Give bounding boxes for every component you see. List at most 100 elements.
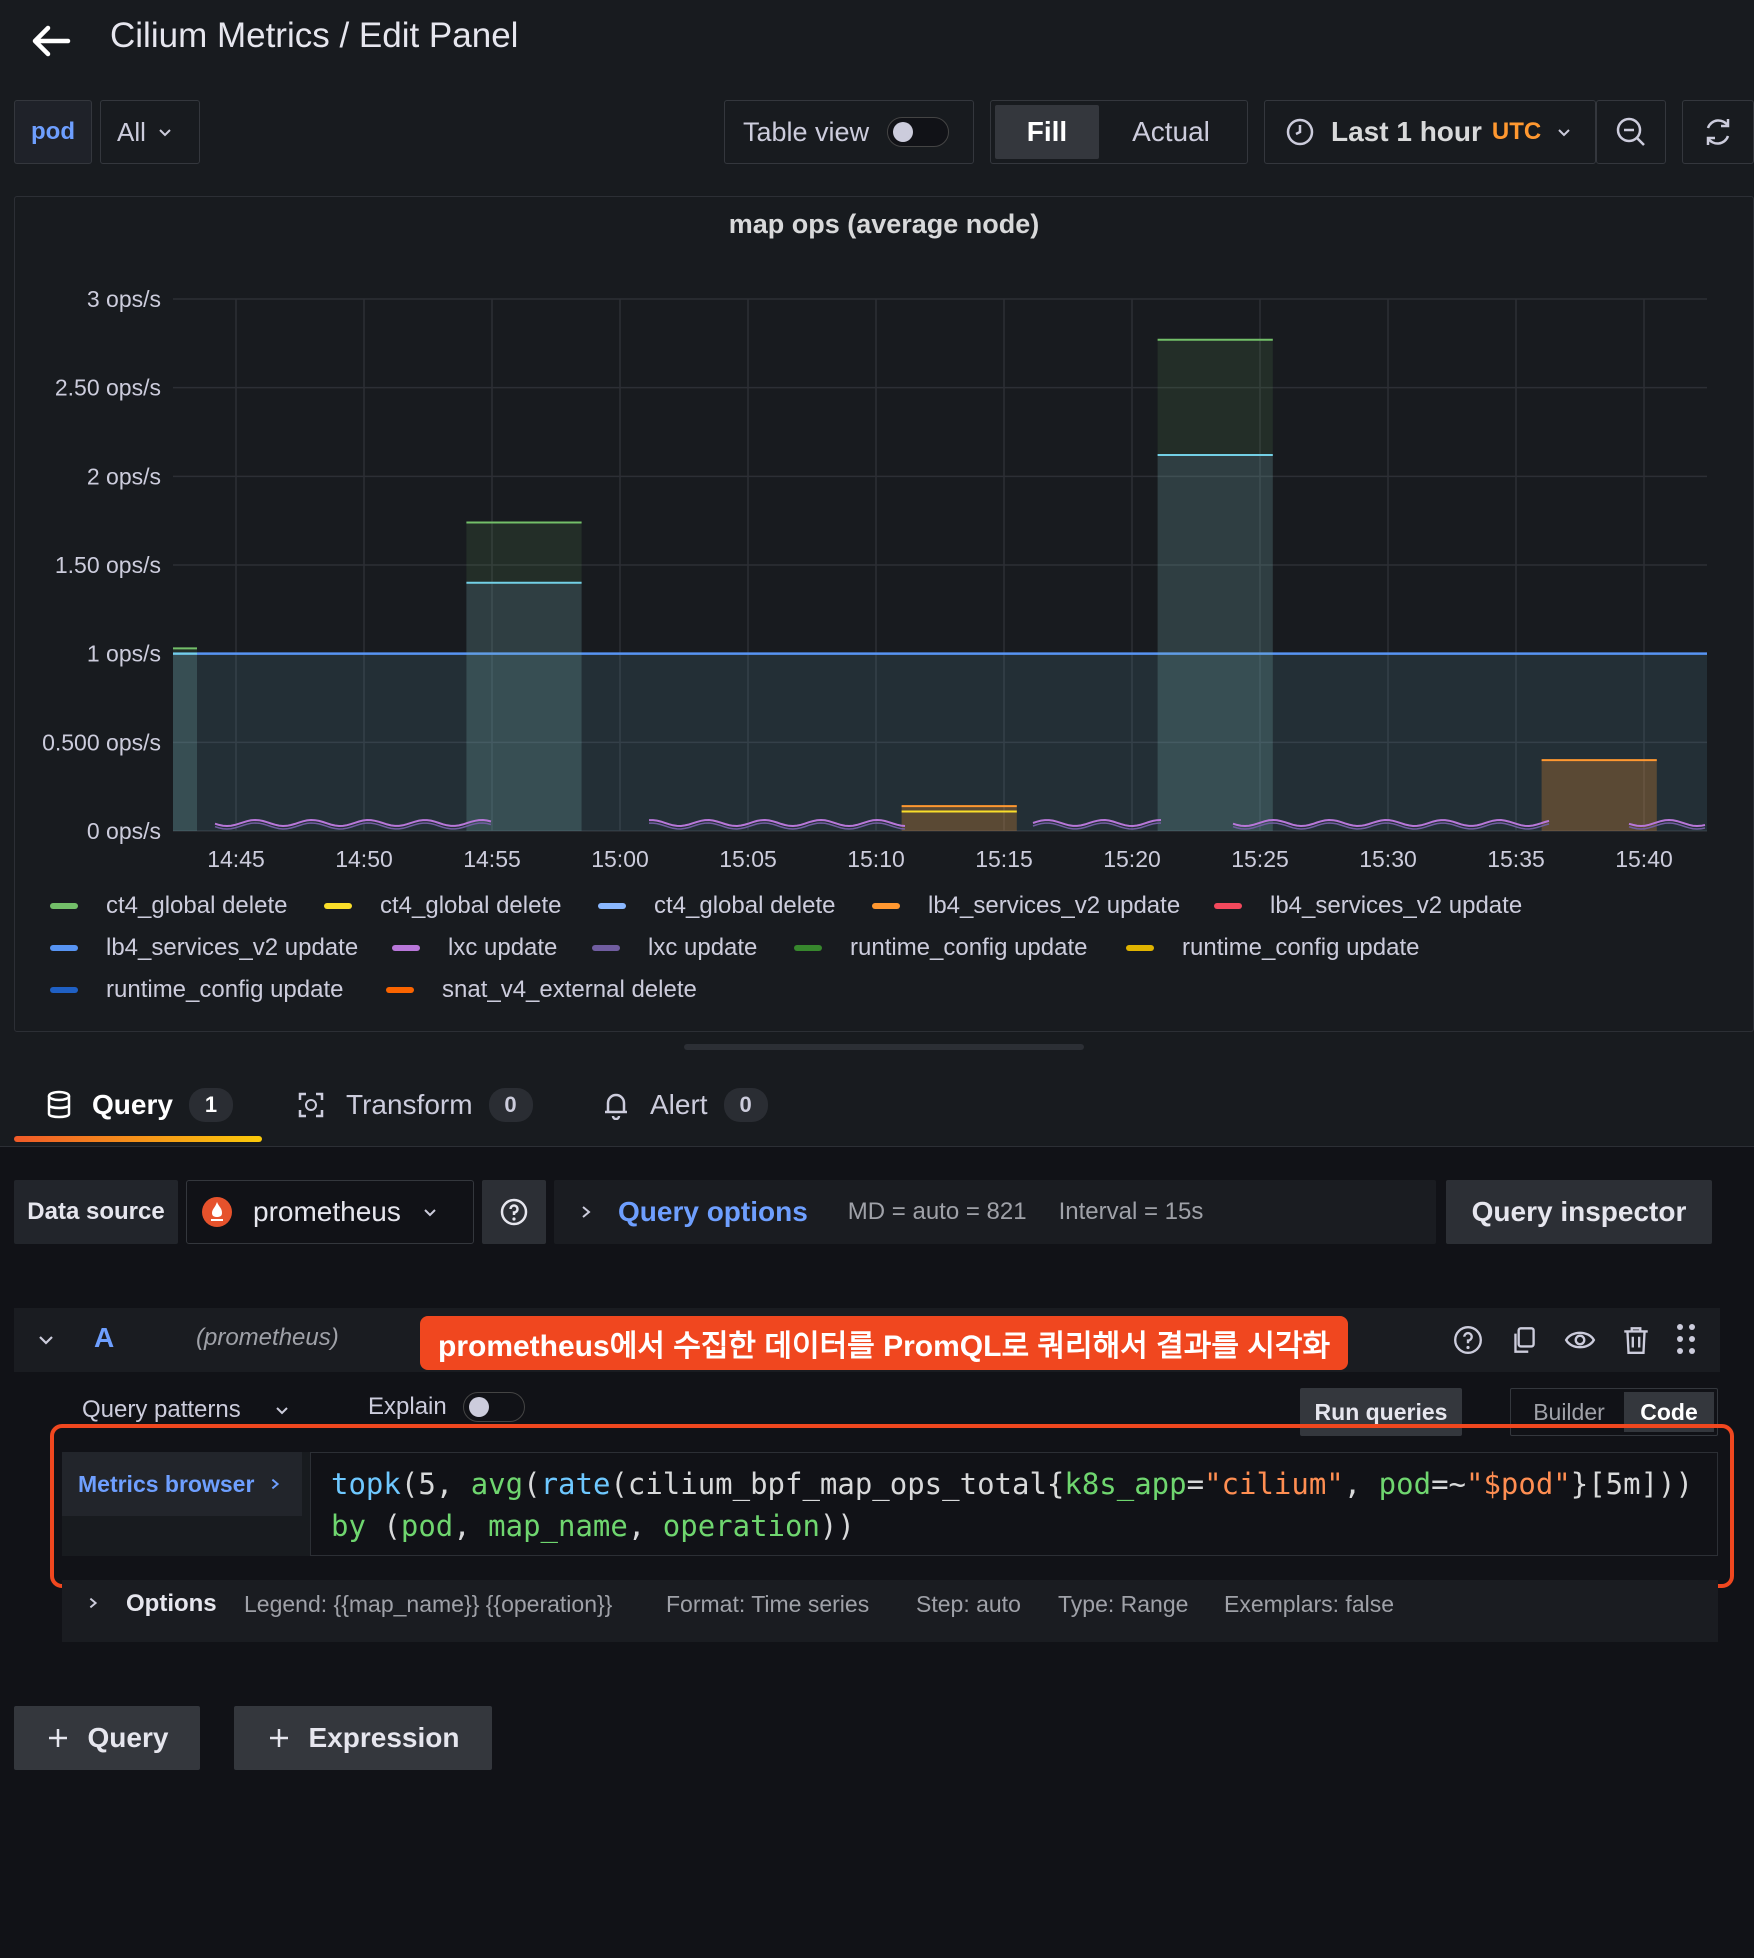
time-range-picker[interactable]: Last 1 hour UTC [1264, 100, 1596, 164]
tab-alert[interactable]: Alert 0 [602, 1088, 768, 1122]
x-tick-label: 14:50 [335, 846, 393, 872]
legend-label: lxc update [448, 934, 558, 961]
fill-option[interactable]: Fill [995, 105, 1099, 159]
query-patterns-label: Query patterns [82, 1396, 241, 1423]
table-view-switch[interactable] [887, 117, 950, 147]
tab-query-label: Query [92, 1089, 173, 1120]
legend-swatch [50, 903, 78, 909]
chevron-right-icon[interactable] [86, 1596, 100, 1610]
legend-item[interactable]: ct4_global delete [598, 892, 835, 920]
bar-fill [1541, 760, 1657, 831]
zoom-out-button[interactable] [1596, 100, 1666, 164]
variable-label: pod [14, 100, 92, 164]
legend-label: ct4_global delete [106, 892, 288, 919]
legend-swatch [794, 945, 822, 951]
legend-item[interactable]: runtime_config update [50, 976, 344, 1004]
legend-swatch [1126, 945, 1154, 951]
collapse-chevron-icon[interactable] [36, 1330, 56, 1350]
clock-icon [1286, 118, 1314, 146]
page-title: Cilium Metrics / Edit Panel [110, 16, 519, 55]
legend-swatch [50, 945, 78, 951]
trash-icon[interactable] [1620, 1324, 1652, 1356]
actual-option[interactable]: Actual [1099, 105, 1243, 159]
query-options-label[interactable]: Query options [618, 1196, 808, 1228]
variable-select-value: All [117, 116, 146, 147]
chevron-down-icon [424, 1209, 436, 1217]
legend-label: runtime_config update [850, 934, 1088, 961]
datasource-value: prometheus [253, 1196, 401, 1227]
baseline-area-overlay [173, 653, 1707, 831]
legend-item[interactable]: lb4_services_v2 update [872, 892, 1180, 920]
legend-item[interactable]: runtime_config update [1126, 934, 1420, 962]
legend-label: ct4_global delete [380, 892, 562, 919]
x-tick-label: 15:30 [1359, 846, 1417, 872]
x-tick-label: 15:05 [719, 846, 777, 872]
query-patterns-dropdown[interactable]: Query patterns [82, 1396, 291, 1424]
legend-swatch [1214, 903, 1242, 909]
legend-swatch [50, 987, 78, 993]
chevron-down-icon [159, 129, 171, 137]
x-tick-label: 15:35 [1487, 846, 1545, 872]
legend-item[interactable]: lxc update [592, 934, 757, 962]
legend-swatch [324, 903, 352, 909]
legend-swatch [386, 987, 414, 993]
legend-item[interactable]: lxc update [392, 934, 557, 962]
bar-fill [173, 653, 197, 831]
variable-select[interactable]: All [100, 100, 200, 164]
legend-label: lxc update [648, 934, 758, 961]
format-text: Format: Time series [666, 1591, 870, 1617]
bar-fill [901, 806, 1017, 831]
tab-transform[interactable]: Transform 0 [296, 1088, 533, 1122]
y-tick-label: 1.50 ops/s [55, 552, 161, 578]
bar-fill [466, 582, 582, 831]
zoom-out-icon [1616, 117, 1645, 146]
x-tick-label: 15:40 [1615, 846, 1673, 872]
x-tick-label: 15:25 [1231, 846, 1289, 872]
legend-label: lb4_services_v2 update [928, 892, 1181, 919]
annotation-callout: prometheus에서 수집한 데이터를 PromQL로 쿼리해서 결과를 시… [420, 1316, 1349, 1370]
tab-query[interactable]: Query 1 [46, 1088, 233, 1122]
exemplars-text: Exemplars: false [1224, 1591, 1395, 1617]
legend-swatch [598, 903, 626, 909]
drag-handle-icon[interactable] [1674, 1322, 1698, 1356]
help-circle-icon[interactable] [1452, 1324, 1484, 1356]
database-icon [47, 1090, 71, 1119]
x-tick-label: 14:45 [207, 846, 265, 872]
highlight-frame [50, 1424, 1734, 1588]
tab-transform-count: 0 [488, 1088, 533, 1122]
refresh-icon [1706, 119, 1730, 145]
bell-icon [605, 1093, 627, 1120]
tab-transform-label: Transform [346, 1089, 473, 1120]
query-ref-id[interactable]: A [94, 1322, 114, 1354]
datasource-help-button[interactable] [482, 1180, 546, 1244]
panel-resize-handle[interactable] [684, 1044, 1084, 1050]
legend-item[interactable]: runtime_config update [794, 934, 1088, 962]
eye-icon[interactable] [1564, 1324, 1596, 1356]
chart-title: map ops (average node) [729, 209, 1040, 239]
query-inspector-button[interactable]: Query inspector [1446, 1180, 1712, 1244]
explain-label: Explain [368, 1393, 447, 1420]
table-view-toggle[interactable]: Table view [724, 100, 974, 164]
legend-swatch [392, 945, 420, 951]
refresh-button[interactable] [1682, 100, 1754, 164]
query-options-bar[interactable]: Query options MD = auto = 821 Interval =… [554, 1180, 1436, 1244]
legend-item[interactable]: ct4_global delete [324, 892, 561, 920]
datasource-picker[interactable]: prometheus [186, 1180, 474, 1244]
legend-item[interactable]: lb4_services_v2 update [50, 934, 358, 962]
datasource-label: Data source [14, 1180, 178, 1244]
legend-label: ct4_global delete [654, 892, 836, 919]
legend-label: lb4_services_v2 update [1270, 892, 1523, 919]
legend-item[interactable]: ct4_global delete [50, 892, 287, 920]
legend-label: lb4_services_v2 update [106, 934, 359, 961]
add-query-button[interactable]: Query [14, 1706, 200, 1770]
explain-toggle[interactable]: Explain [368, 1392, 525, 1422]
duplicate-icon[interactable] [1508, 1324, 1540, 1356]
legend-item[interactable]: snat_v4_external delete [386, 976, 697, 1004]
legend-item[interactable]: lb4_services_v2 update [1214, 892, 1522, 920]
back-arrow-icon[interactable] [28, 18, 74, 64]
x-tick-label: 15:10 [847, 846, 905, 872]
add-expression-button[interactable]: Expression [234, 1706, 492, 1770]
explain-switch[interactable] [462, 1392, 525, 1422]
y-tick-label: 2 ops/s [87, 463, 161, 489]
y-tick-label: 1 ops/s [87, 641, 161, 667]
